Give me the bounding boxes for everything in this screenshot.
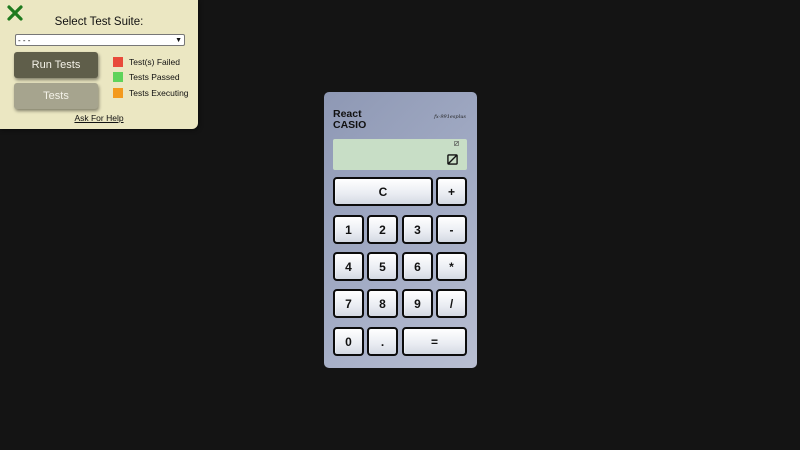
calculator-brand: React CASIO bbox=[333, 109, 366, 131]
test-suite-select[interactable]: - - - ▼ bbox=[15, 34, 185, 46]
run-tests-button[interactable]: Run Tests bbox=[14, 52, 98, 78]
legend-label: Tests Executing bbox=[129, 87, 189, 98]
digit-6-button[interactable]: 6 bbox=[402, 252, 433, 281]
digit-9-button[interactable]: 9 bbox=[402, 289, 433, 318]
digit-4-button[interactable]: 4 bbox=[333, 252, 364, 281]
failed-swatch-icon bbox=[113, 56, 123, 67]
legend-label: Test(s) Failed bbox=[129, 56, 181, 67]
executing-swatch-icon bbox=[113, 87, 123, 98]
legend-item-passed: Tests Passed bbox=[113, 72, 189, 83]
legend-item-failed: Test(s) Failed bbox=[113, 56, 189, 67]
digit-2-button[interactable]: 2 bbox=[367, 215, 398, 244]
digit-7-button[interactable]: 7 bbox=[333, 289, 364, 318]
multiply-button[interactable]: * bbox=[436, 252, 467, 281]
suite-title: Select Test Suite: bbox=[54, 16, 144, 28]
digit-5-button[interactable]: 5 bbox=[367, 252, 398, 281]
test-legend: Test(s) Failed Tests Passed Tests Execut… bbox=[113, 56, 189, 103]
passed-swatch-icon bbox=[113, 72, 123, 82]
digit-3-button[interactable]: 3 bbox=[402, 215, 433, 244]
brand-line-2: CASIO bbox=[333, 119, 367, 131]
test-suite-panel: Select Test Suite: - - - ▼ Run Tests Tes… bbox=[0, 0, 198, 129]
slashed-square-icon bbox=[447, 154, 458, 165]
digit-0-button[interactable]: 0 bbox=[333, 327, 364, 356]
chevron-down-icon: ▼ bbox=[175, 36, 182, 44]
calculator-display bbox=[333, 139, 467, 170]
clear-button[interactable]: C bbox=[333, 177, 433, 206]
test-suite-select-value: - - - bbox=[18, 35, 31, 45]
model-name: fx-991esplus bbox=[434, 114, 466, 120]
calculator: React CASIO fx-991esplus C + 1 2 3 - 4 5… bbox=[324, 92, 477, 368]
tests-button[interactable]: Tests bbox=[14, 83, 98, 109]
plus-button[interactable]: + bbox=[436, 177, 467, 206]
digit-1-button[interactable]: 1 bbox=[333, 215, 364, 244]
legend-label: Tests Passed bbox=[129, 72, 180, 82]
slashed-square-small-icon bbox=[454, 141, 459, 146]
legend-item-executing: Tests Executing bbox=[113, 87, 189, 98]
decimal-button[interactable]: . bbox=[367, 327, 398, 356]
equals-button[interactable]: = bbox=[402, 327, 467, 356]
digit-8-button[interactable]: 8 bbox=[367, 289, 398, 318]
minus-button[interactable]: - bbox=[436, 215, 467, 244]
divide-button[interactable]: / bbox=[436, 289, 467, 318]
ask-for-help-link[interactable]: Ask For Help bbox=[0, 113, 198, 123]
